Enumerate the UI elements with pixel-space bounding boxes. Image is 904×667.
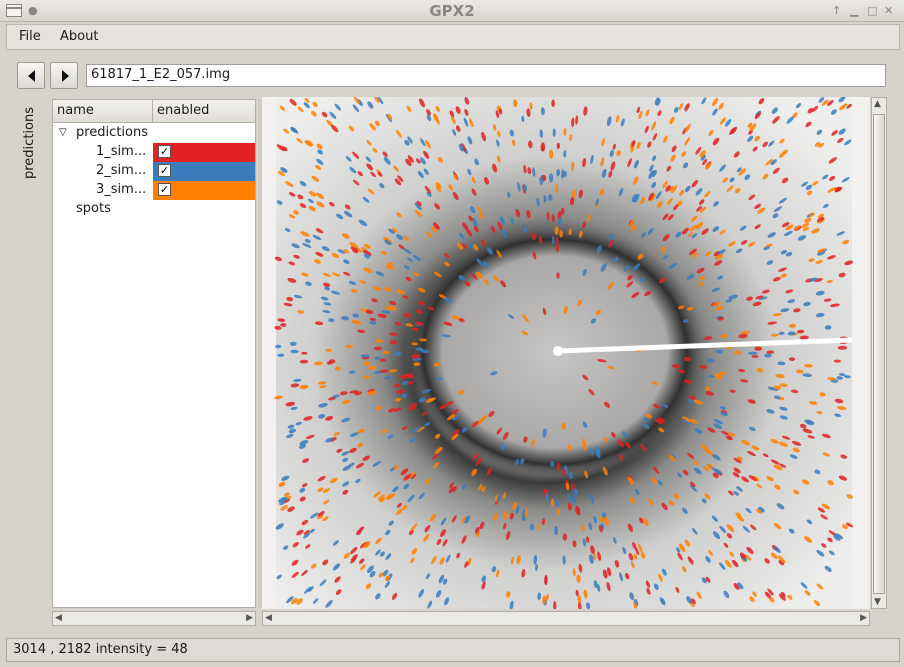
status-readout: 3014 , 2182 intensity = 48 xyxy=(13,642,188,657)
prediction-spot xyxy=(325,348,333,352)
tree-item-label: spots xyxy=(76,201,111,216)
minimize-icon[interactable]: ▁ xyxy=(850,4,858,17)
tree-item-label: predictions xyxy=(76,125,148,140)
enabled-checkbox-1[interactable]: ✓ xyxy=(158,145,171,158)
expand-triangle-icon[interactable]: ▽ xyxy=(59,127,67,138)
scroll-right-icon[interactable]: ▶ xyxy=(860,613,867,623)
tree-row-2-sim[interactable]: 2_sim... ✓ xyxy=(53,162,255,181)
menu-file[interactable]: File xyxy=(19,29,41,44)
tree-horizontal-scrollbar[interactable]: ◀ ▶ xyxy=(52,611,256,626)
prediction-spot xyxy=(301,351,308,355)
prediction-spot xyxy=(766,350,775,354)
image-vertical-scrollbar[interactable]: ▲ ▼ xyxy=(871,97,887,609)
shade-icon[interactable]: ↑ xyxy=(832,4,841,17)
tree-row-1-sim[interactable]: 1_sim... ✓ xyxy=(53,143,255,162)
beam-center xyxy=(553,346,563,356)
scroll-left-icon[interactable]: ◀ xyxy=(55,613,62,623)
tree-header: name enabled xyxy=(53,100,255,123)
tree-row-3-sim[interactable]: 3_sim... ✓ xyxy=(53,181,255,200)
window-title: GPX2 xyxy=(429,2,475,20)
tree-item-label: 2_sim... xyxy=(96,163,147,178)
status-bar: 3014 , 2182 intensity = 48 xyxy=(6,638,900,662)
scroll-up-icon[interactable]: ▲ xyxy=(874,99,881,109)
prediction-spot xyxy=(551,99,555,107)
prediction-spot xyxy=(290,349,299,354)
prediction-spot xyxy=(554,525,558,536)
prediction-spot xyxy=(552,128,556,137)
previous-button[interactable] xyxy=(17,62,45,89)
prediction-spot xyxy=(747,351,758,355)
color-swatch-2: ✓ xyxy=(153,162,255,181)
scroll-left-icon[interactable]: ◀ xyxy=(265,613,272,623)
arrow-right-icon xyxy=(62,70,69,82)
vertical-scroll-thumb[interactable] xyxy=(873,114,885,594)
diffraction-image-view[interactable] xyxy=(262,97,870,609)
arrow-left-icon xyxy=(28,70,35,82)
prediction-spot xyxy=(733,350,742,355)
scroll-down-icon[interactable]: ▼ xyxy=(874,597,881,607)
image-path-field[interactable]: 61817_1_E2_057.img xyxy=(86,64,886,87)
enabled-checkbox-2[interactable]: ✓ xyxy=(158,164,171,177)
image-horizontal-scrollbar[interactable]: ◀ ▶ xyxy=(262,611,870,626)
tree-row-predictions[interactable]: ▽ predictions xyxy=(53,124,255,143)
tree-item-label: 3_sim... xyxy=(96,182,147,197)
scroll-right-icon[interactable]: ▶ xyxy=(246,613,253,623)
next-button[interactable] xyxy=(50,62,78,89)
tree-row-spots[interactable]: spots xyxy=(53,200,255,219)
maximize-icon[interactable]: □ xyxy=(867,4,877,17)
tab-predictions[interactable]: predictions xyxy=(18,97,44,187)
enabled-checkbox-3[interactable]: ✓ xyxy=(158,183,171,196)
tree-item-label: 1_sim... xyxy=(96,144,147,159)
prediction-spot xyxy=(382,350,390,355)
color-swatch-1: ✓ xyxy=(153,143,255,162)
diffraction-image xyxy=(262,97,870,609)
prediction-spot xyxy=(715,349,724,354)
column-name[interactable]: name xyxy=(57,103,94,118)
tab-predictions-label: predictions xyxy=(22,107,37,179)
predictions-tree: name enabled ▽ predictions 1_sim... ✓ 2_… xyxy=(52,99,256,608)
close-icon[interactable]: ✕ xyxy=(884,4,893,17)
color-swatch-3: ✓ xyxy=(153,181,255,200)
menu-about[interactable]: About xyxy=(60,29,98,44)
menu-bar: File About xyxy=(6,24,900,50)
title-bar: ● GPX2 ↑ ▁ □ ✕ xyxy=(0,0,904,22)
column-enabled[interactable]: enabled xyxy=(157,103,209,118)
